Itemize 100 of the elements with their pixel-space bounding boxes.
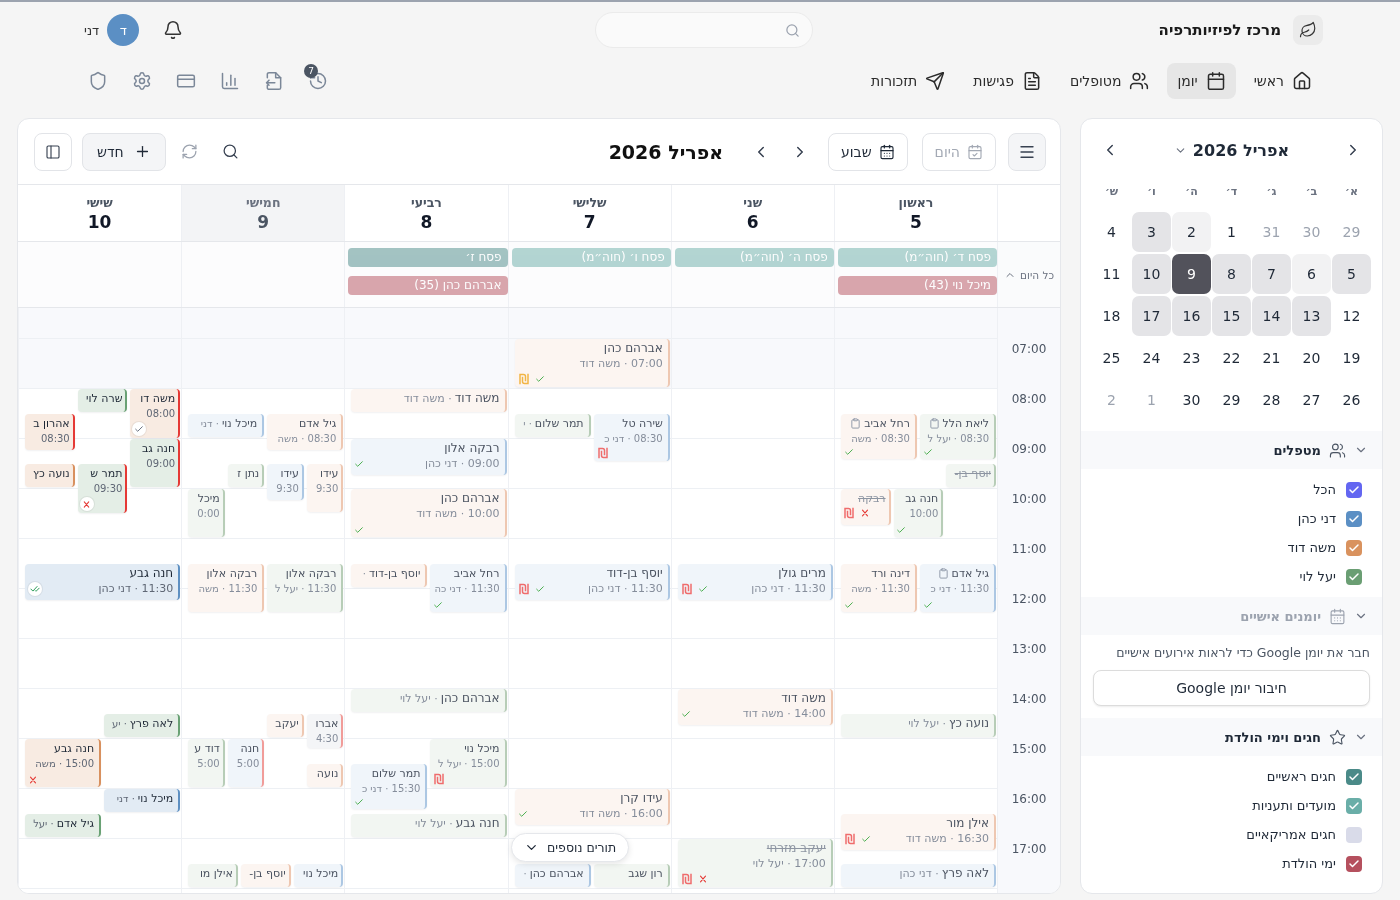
calendar-day[interactable]: 27 [1292, 380, 1331, 420]
appointment-card[interactable]: משה דוד 14:00 · משה דוד [677, 689, 833, 725]
nav-item[interactable]: פגישות [963, 63, 1052, 99]
calendar-day[interactable]: 1 [1212, 212, 1251, 252]
checkbox[interactable] [1346, 797, 1362, 814]
appointment-card[interactable]: דינה ורד 11:30 · משה [840, 564, 917, 612]
calendar-day[interactable]: 10 [1132, 254, 1171, 294]
section-header[interactable]: חגים וימי הולדת [1081, 718, 1382, 756]
calendar-day[interactable]: 20 [1292, 338, 1331, 378]
sidebar-toggle-button[interactable] [34, 132, 72, 171]
settings-icon[interactable] [132, 71, 152, 91]
appointment-card[interactable]: יעקב [267, 714, 304, 737]
calendar-day[interactable]: 12 [1332, 296, 1371, 336]
appointment-card[interactable]: אילן מו [188, 864, 238, 887]
appointment-card[interactable]: רבקה אלון 11:30 · יעל ל [267, 564, 344, 612]
appointment-card[interactable]: אברהם כהן 07:00 · משה דוד [514, 339, 670, 387]
appointment-card[interactable]: נועה כץ [25, 464, 75, 487]
calendar-day[interactable]: 11 [1092, 254, 1131, 294]
appointment-card[interactable]: שרה לוי [77, 389, 128, 412]
nav-item[interactable]: ראשי [1243, 63, 1322, 99]
calendar-day[interactable]: 22 [1212, 338, 1251, 378]
appointment-card[interactable]: נתן ז [227, 464, 265, 487]
appointment-card[interactable]: מיכל נוי · דני [188, 414, 265, 437]
appointment-card[interactable]: גיל אדם 08:30 · משה [267, 414, 344, 450]
calendar-day[interactable]: 28 [1252, 380, 1291, 420]
appointment-card[interactable]: מרים גולן 11:30 · דני כהן [677, 564, 833, 600]
calendar-day[interactable]: 15 [1212, 296, 1251, 336]
bell-icon[interactable] [163, 20, 184, 40]
nav-item[interactable]: תזכורות [861, 63, 956, 99]
calendar-day[interactable]: 24 [1132, 338, 1171, 378]
credit-card-icon[interactable] [176, 71, 196, 91]
calendar-day[interactable]: 21 [1252, 338, 1291, 378]
calendar-day[interactable]: 23 [1172, 338, 1211, 378]
bar-chart-icon[interactable] [220, 71, 240, 91]
appointment-card[interactable]: שירה טל 08:30 · דני כ [593, 414, 670, 461]
appointment-card[interactable]: יוסף בן-דוד · [351, 564, 428, 587]
appointment-card[interactable]: תמר שלום · י [514, 414, 591, 437]
appointment-card[interactable]: משה דוד · משה דוד [351, 389, 507, 412]
search-icon[interactable] [221, 143, 239, 160]
appointment-card[interactable]: יוסף בן-דוד 11:30 · דני כהן [514, 564, 670, 600]
calendar-day[interactable]: 4 [1092, 212, 1131, 252]
appointment-card[interactable]: נועה כץ · יעל לוי [840, 714, 996, 737]
calendar-day[interactable]: 26 [1332, 380, 1371, 420]
appointment-card[interactable]: חנה גבע 15:00 · משה [25, 739, 102, 787]
appointment-card[interactable]: יוסף בן- [240, 864, 291, 887]
calendar-day[interactable]: 25 [1092, 338, 1131, 378]
appointment-card[interactable]: רבקה אלון 11:30 · משה [188, 564, 265, 612]
calendar-day[interactable]: 7 [1252, 254, 1291, 294]
appointment-card[interactable]: רבקה אלון 09:00 · דני כהן [351, 439, 507, 475]
more-appointments-button[interactable]: תורים נוספים [511, 833, 630, 862]
new-button[interactable]: חדש [82, 132, 166, 171]
calendar-day[interactable]: 29 [1212, 380, 1251, 420]
section-header[interactable]: מטפלים [1081, 431, 1382, 469]
calendar-day[interactable]: 8 [1212, 254, 1251, 294]
calendar-day[interactable]: 18 [1092, 296, 1131, 336]
appointment-card[interactable]: רחל אביב 08:30 · משה [840, 414, 917, 459]
calendar-day[interactable]: 6 [1292, 254, 1331, 294]
appointment-card[interactable]: עידו קרן 16:00 · משה דוד [514, 789, 670, 825]
calendar-day[interactable]: 5 [1332, 254, 1371, 294]
connect-google-button[interactable]: חיבור יומן Google [1093, 670, 1370, 706]
calendar-day[interactable]: 2 [1172, 212, 1211, 252]
checkbox[interactable] [1346, 768, 1362, 785]
checkbox[interactable] [1346, 539, 1362, 556]
checkbox[interactable] [1346, 510, 1362, 527]
calendar-day[interactable]: 19 [1332, 338, 1371, 378]
calendar-day[interactable]: 30 [1172, 380, 1211, 420]
appointment-card[interactable]: לאה פרץ · דני כהן [840, 864, 996, 887]
appointment-card[interactable]: ליאת הלל 08:30 · יעל ל [919, 414, 996, 459]
appointment-card[interactable]: נועה [306, 764, 344, 787]
shield-icon[interactable] [88, 71, 108, 91]
calendar-day[interactable]: 3 [1132, 212, 1171, 252]
checkbox[interactable] [1346, 568, 1362, 585]
appointment-card[interactable]: חנה גבע 11:30 · דני כהן [25, 564, 181, 600]
appointment-card[interactable]: אילן מור 16:30 · משה דוד [840, 814, 996, 850]
refresh-icon[interactable] [180, 143, 198, 160]
week-view-button[interactable]: שבוע [828, 132, 908, 171]
appointment-card[interactable]: תמר שלום 15:30 · דני כ [351, 764, 428, 809]
calendar-day[interactable]: 9 [1172, 254, 1211, 294]
appointment-card[interactable]: מיכל נוי · דני [104, 789, 181, 812]
appointment-card[interactable]: אברהם כהן 10:00 · משה דוד [351, 489, 507, 537]
checkbox[interactable] [1346, 481, 1362, 498]
appointment-card[interactable]: גיל אדם 11:30 · דני כ [919, 564, 996, 612]
appointment-card[interactable]: אברהם כהן · יעל לוי [351, 689, 507, 712]
appointment-card[interactable]: רון שגב [593, 864, 670, 887]
file-arrow-icon[interactable] [264, 71, 284, 91]
checkbox[interactable] [1346, 826, 1362, 843]
calendar-day[interactable]: 16 [1172, 296, 1211, 336]
menu-button[interactable] [1008, 132, 1046, 171]
calendar-day[interactable]: 17 [1132, 296, 1171, 336]
appointment-card[interactable]: גיל אדם · יעל [25, 814, 102, 837]
calendar-day[interactable]: 13 [1292, 296, 1331, 336]
appointment-card[interactable]: רחל אביב 11:30 · דני כה [430, 564, 507, 612]
calendar-day[interactable]: 14 [1252, 296, 1291, 336]
search-field[interactable] [594, 12, 813, 48]
appointment-card[interactable]: לאה פרץ · יע [104, 714, 181, 737]
checkbox[interactable] [1346, 855, 1362, 872]
nav-item[interactable]: יומן [1167, 63, 1236, 99]
appointment-card[interactable]: מיכל נוי 15:00 · יעל ל [430, 739, 507, 787]
nav-item[interactable]: מטופלים [1059, 63, 1160, 99]
month-picker[interactable]: אפריל 2026 [1173, 140, 1290, 160]
